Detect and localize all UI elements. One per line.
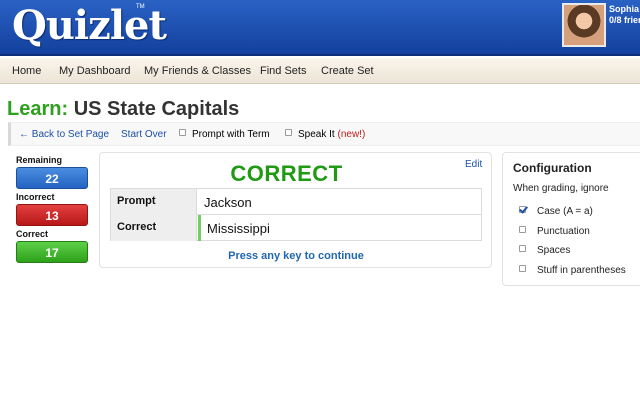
answer-table: Prompt Jackson Correct Mississippi bbox=[110, 188, 482, 241]
punctuation-checkbox[interactable] bbox=[519, 226, 526, 233]
continue-prompt: Press any key to continue bbox=[228, 250, 364, 262]
correct-label: Correct bbox=[16, 229, 49, 239]
speak-it-checkbox[interactable] bbox=[285, 129, 292, 136]
correct-answer-value: Mississippi bbox=[198, 215, 270, 241]
correct-count: 17 bbox=[16, 241, 88, 263]
edit-link[interactable]: Edit bbox=[465, 159, 482, 170]
site-header: Quizlet TM Sophia 0/8 frien bbox=[0, 0, 640, 56]
prompt-with-term-checkbox[interactable] bbox=[179, 129, 186, 136]
correct-answer-row: Correct Mississippi bbox=[111, 215, 481, 241]
start-over-link[interactable]: Start Over bbox=[121, 129, 167, 140]
nav-my-friends-classes[interactable]: My Friends & Classes bbox=[144, 65, 251, 77]
prompt-label: Prompt bbox=[111, 189, 197, 215]
option-case-label: Case (A = a) bbox=[537, 206, 593, 217]
trademark-mark: TM bbox=[136, 4, 145, 10]
prompt-row: Prompt Jackson bbox=[111, 189, 481, 215]
main-nav: Home My Dashboard My Friends & Classes F… bbox=[0, 58, 640, 84]
learn-mode-label: Learn: bbox=[7, 98, 69, 120]
configuration-panel: Configuration When grading, ignore Case … bbox=[502, 152, 640, 286]
nav-home[interactable]: Home bbox=[12, 65, 41, 77]
nav-my-dashboard[interactable]: My Dashboard bbox=[59, 65, 131, 77]
user-name-link[interactable]: Sophia bbox=[609, 4, 639, 14]
answer-card: CORRECT Edit Prompt Jackson Correct Miss… bbox=[99, 152, 492, 268]
incorrect-count: 13 bbox=[16, 204, 88, 226]
correct-answer-label: Correct bbox=[111, 215, 197, 241]
new-badge: (new!) bbox=[337, 129, 366, 140]
user-avatar[interactable] bbox=[562, 3, 606, 47]
option-spaces-label: Spaces bbox=[537, 245, 571, 256]
back-to-set-link[interactable]: ← Back to Set Page bbox=[19, 129, 109, 140]
option-case[interactable]: Case (A = a) bbox=[519, 206, 593, 217]
user-friends-count[interactable]: 0/8 frien bbox=[609, 15, 640, 25]
nav-create-set[interactable]: Create Set bbox=[321, 65, 374, 77]
spaces-checkbox[interactable] bbox=[519, 245, 526, 252]
page-title: Learn: US State Capitals bbox=[7, 98, 239, 121]
prompt-with-term-label: Prompt with Term bbox=[192, 129, 270, 140]
option-spaces[interactable]: Spaces bbox=[519, 245, 570, 256]
nav-find-sets[interactable]: Find Sets bbox=[260, 65, 306, 77]
parentheses-checkbox[interactable] bbox=[519, 265, 526, 272]
remaining-label: Remaining bbox=[16, 155, 63, 165]
option-parentheses[interactable]: Stuff in parentheses bbox=[519, 265, 626, 276]
configuration-subtitle: When grading, ignore bbox=[513, 183, 609, 194]
speak-it-label: Speak It bbox=[298, 129, 335, 140]
option-punctuation-label: Punctuation bbox=[537, 226, 590, 237]
prompt-with-term-option[interactable]: Prompt with Term bbox=[179, 129, 270, 140]
speak-it-option[interactable]: Speak It (new!) bbox=[285, 129, 365, 140]
case-checkbox[interactable] bbox=[519, 206, 526, 213]
incorrect-label: Incorrect bbox=[16, 192, 55, 202]
configuration-title: Configuration bbox=[513, 161, 592, 175]
option-parentheses-label: Stuff in parentheses bbox=[537, 265, 626, 276]
result-heading: CORRECT bbox=[230, 161, 343, 186]
option-punctuation[interactable]: Punctuation bbox=[519, 226, 590, 237]
learn-toolbar: ← Back to Set Page Start Over Prompt wit… bbox=[8, 122, 640, 146]
set-name: US State Capitals bbox=[73, 98, 240, 120]
prompt-value: Jackson bbox=[204, 195, 252, 210]
remaining-count: 22 bbox=[16, 167, 88, 189]
